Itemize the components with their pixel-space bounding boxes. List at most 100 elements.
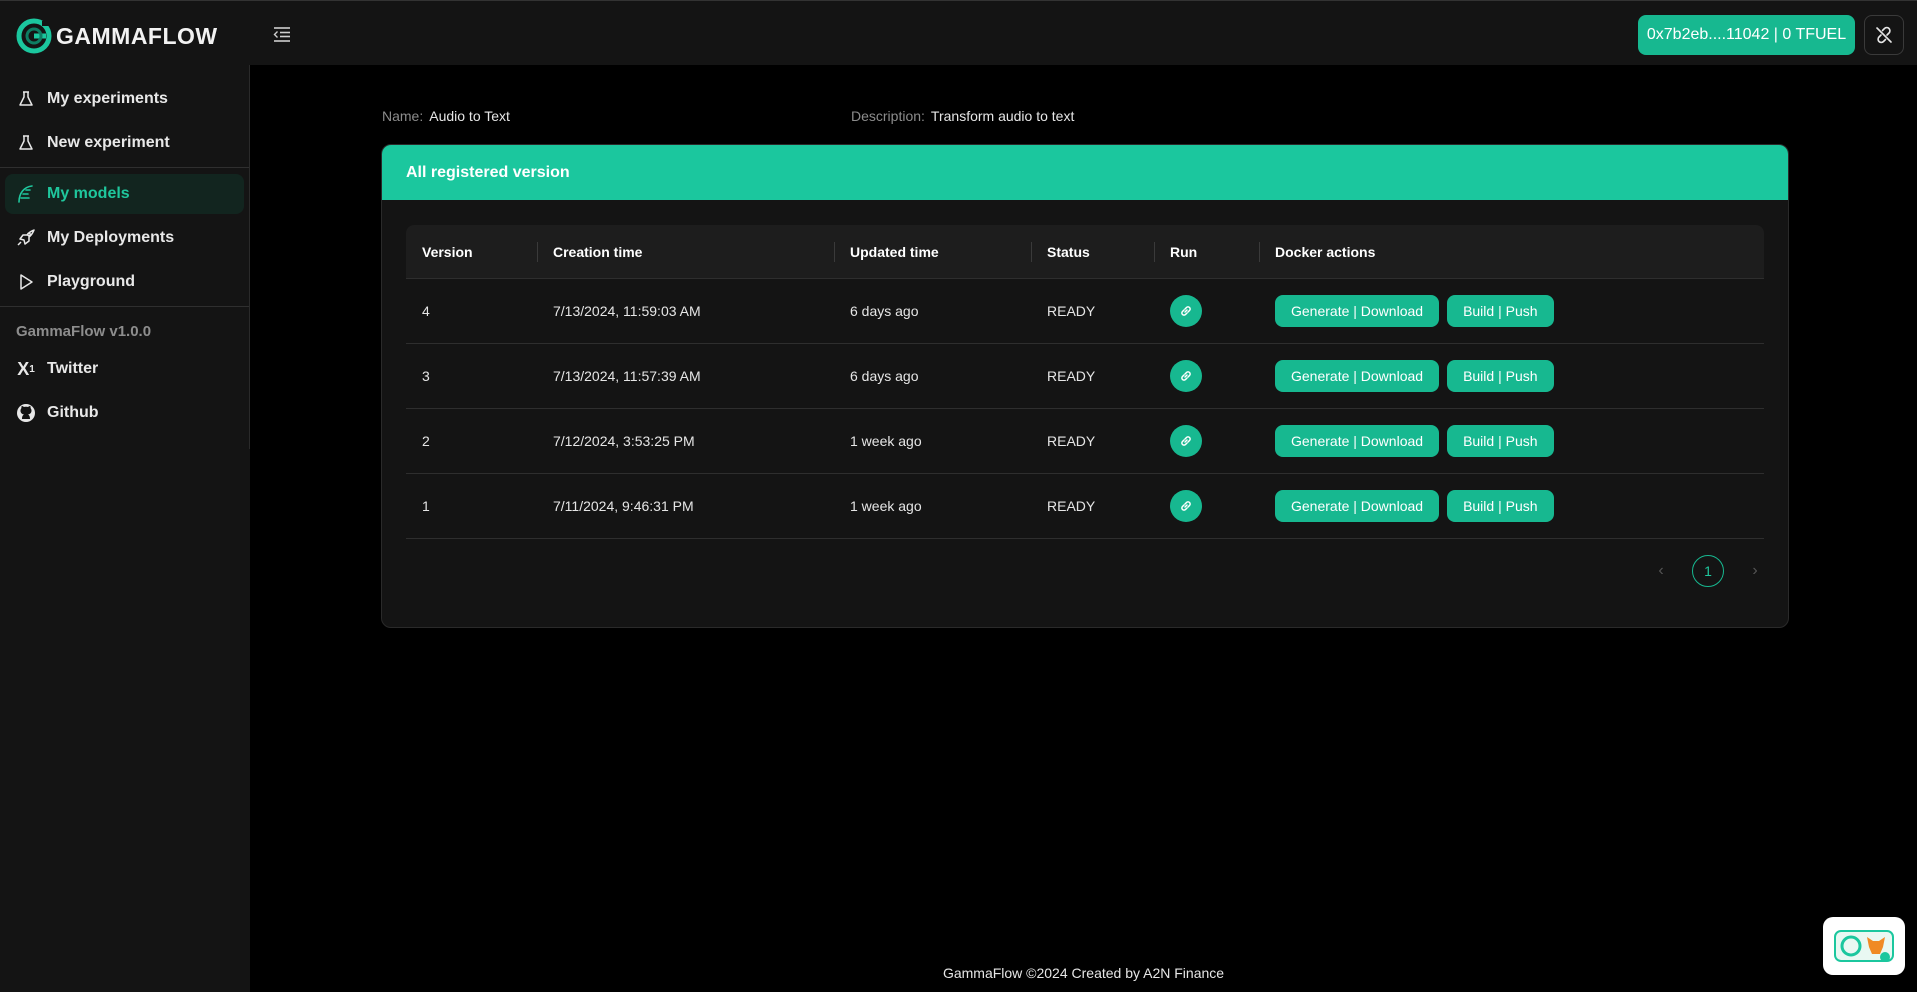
menu-fold-icon (273, 27, 290, 42)
creation-time-cell: 7/13/2024, 11:59:03 AM (553, 303, 701, 319)
next-page-button[interactable]: › (1746, 562, 1764, 580)
sidebar-item-my-experiments[interactable]: My experiments (5, 79, 244, 119)
table-row: 1 7/11/2024, 9:46:31 PM 1 week ago READY Gen… (406, 474, 1764, 539)
column-header-version: Version (422, 243, 473, 260)
prev-page-button[interactable]: ‹ (1652, 562, 1670, 580)
creation-time-cell: 7/13/2024, 11:57:39 AM (553, 368, 701, 384)
run-cell (1154, 295, 1259, 327)
build-push-button[interactable]: Build | Push (1447, 490, 1554, 522)
link-icon (1181, 371, 1191, 381)
table-row: 3 7/13/2024, 11:57:39 AM 6 days ago READY Ge… (406, 344, 1764, 409)
status-cell: READY (1047, 498, 1096, 514)
run-link-button[interactable] (1170, 360, 1202, 392)
versions-table: Version Creation time Updated time Statu… (406, 225, 1764, 539)
model-name-value: Audio to Text (429, 108, 510, 124)
updated-time-cell: 1 week ago (850, 433, 922, 449)
build-push-button[interactable]: Build | Push (1447, 295, 1554, 327)
sidebar-item-label: My models (47, 185, 130, 202)
creation-time-cell: 7/12/2024, 3:53:25 PM (553, 433, 695, 449)
play-icon (15, 271, 37, 293)
card-title: All registered version (382, 145, 1788, 200)
table-header: Version Creation time Updated time Statu… (406, 225, 1764, 279)
version-cell: 1 (422, 498, 430, 514)
updated-time-cell: 6 days ago (850, 303, 919, 319)
sidebar-item-new-experiment[interactable]: New experiment (5, 123, 244, 163)
docker-actions-cell: Generate | Download Build | Push (1259, 425, 1764, 457)
sidebar-divider (0, 306, 249, 307)
metamask-fox-icon (1834, 930, 1894, 962)
sidebar-item-twitter[interactable]: X1 Twitter (5, 349, 244, 389)
generate-download-button[interactable]: Generate | Download (1275, 490, 1440, 522)
sidebar-item-label: Playground (47, 273, 136, 290)
model-icon (15, 183, 37, 205)
status-cell: READY (1047, 303, 1096, 319)
build-push-button[interactable]: Build | Push (1447, 360, 1554, 392)
flask-icon (15, 132, 37, 154)
sidebar-item-github[interactable]: Github (5, 393, 244, 433)
status-cell: READY (1047, 368, 1096, 384)
table-row: 4 7/13/2024, 11:59:03 AM 6 days ago READY Ge… (406, 279, 1764, 344)
docker-actions-cell: Generate | Download Build | Push (1259, 360, 1764, 392)
logo-text: GAMMAFLOW (56, 22, 218, 49)
sidebar-divider (0, 167, 249, 168)
model-name-label: Name: (382, 108, 424, 124)
run-cell (1154, 425, 1259, 457)
sidebar-item-my-deployments[interactable]: My Deployments (5, 218, 244, 258)
docker-actions-cell: Generate | Download Build | Push (1259, 295, 1764, 327)
model-description-value: Transform audio to text (930, 108, 1075, 124)
status-cell: READY (1047, 433, 1096, 449)
footer-text: GammaFlow ©2024 Created by A2N Finance (942, 965, 1225, 981)
sidebar-item-my-models[interactable]: My models (5, 174, 244, 214)
sidebar: My experiments New experiment My models … (0, 65, 250, 992)
link-icon (1181, 436, 1191, 446)
wallet-button[interactable]: 0x7b2eb....11042 | 0 TFUEL (1638, 15, 1855, 55)
sidebar-item-label: New experiment (47, 134, 170, 151)
table-row: 2 7/12/2024, 3:53:25 PM 1 week ago READY Gen… (406, 409, 1764, 474)
sidebar-item-label: Twitter (47, 360, 99, 377)
gammaflow-logo-icon (16, 18, 52, 54)
app-version: GammaFlow v1.0.0 (16, 322, 152, 340)
creation-time-cell: 7/11/2024, 9:46:31 PM (553, 498, 694, 514)
link-icon (1181, 501, 1191, 511)
sidebar-item-label: Github (47, 404, 99, 421)
flask-icon (15, 88, 37, 110)
column-header-run: Run (1154, 225, 1259, 278)
x-icon: X1 (17, 358, 35, 379)
rocket-icon (15, 227, 37, 249)
run-link-button[interactable] (1170, 295, 1202, 327)
run-link-button[interactable] (1170, 490, 1202, 522)
column-header-creation-time: Creation time (537, 225, 834, 278)
sidebar-item-label: My experiments (47, 90, 168, 107)
updated-time-cell: 1 week ago (850, 498, 922, 514)
column-header-updated-time: Updated time (834, 225, 1031, 278)
version-cell: 4 (422, 303, 430, 319)
sidebar-item-label: My Deployments (47, 229, 175, 246)
table-body: 4 7/13/2024, 11:59:03 AM 6 days ago READY Ge… (406, 279, 1764, 539)
sidebar-item-playground[interactable]: Playground (5, 262, 244, 302)
pagination: ‹ 1 › (1652, 555, 1764, 587)
column-header-docker-actions: Docker actions (1259, 225, 1764, 278)
page-number-button[interactable]: 1 (1692, 555, 1724, 587)
metamask-widget[interactable] (1823, 917, 1905, 975)
version-cell: 2 (422, 433, 430, 449)
run-cell (1154, 490, 1259, 522)
generate-download-button[interactable]: Generate | Download (1275, 425, 1440, 457)
run-cell (1154, 360, 1259, 392)
app-logo[interactable]: GAMMAFLOW (16, 18, 218, 54)
top-header: GAMMAFLOW 0x7b2eb....11042 | 0 TFUEL (0, 0, 1917, 65)
version-cell: 3 (422, 368, 430, 384)
github-icon (15, 402, 37, 424)
disconnect-button[interactable] (1864, 15, 1904, 55)
updated-time-cell: 6 days ago (850, 368, 919, 384)
generate-download-button[interactable]: Generate | Download (1275, 360, 1440, 392)
unlink-icon (1876, 26, 1892, 44)
generate-download-button[interactable]: Generate | Download (1275, 295, 1440, 327)
model-description-label: Description: (851, 108, 925, 124)
column-header-status: Status (1031, 225, 1154, 278)
build-push-button[interactable]: Build | Push (1447, 425, 1554, 457)
model-description: Description: Transform audio to text (851, 108, 1074, 124)
run-link-button[interactable] (1170, 425, 1202, 457)
docker-actions-cell: Generate | Download Build | Push (1259, 490, 1764, 522)
sidebar-toggle-button[interactable] (272, 25, 292, 43)
link-icon (1181, 306, 1191, 316)
